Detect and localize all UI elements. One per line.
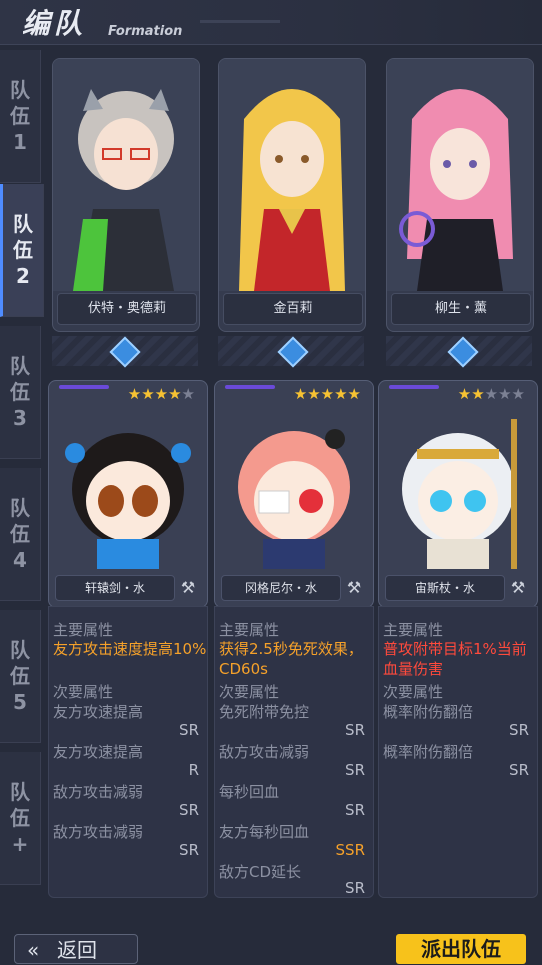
rarity-bar <box>389 385 439 389</box>
header: 编队 Formation <box>0 0 542 45</box>
sub-attr-label: 次要属性 <box>53 683 114 701</box>
page-title: 编队 <box>22 7 87 40</box>
character-name: 金百莉 <box>223 293 363 325</box>
pet-portrait-2 <box>238 429 350 569</box>
main-attr-label: 主要属性 <box>219 621 280 639</box>
sub-attr-item: 友方攻速提高 R <box>53 743 199 779</box>
attribute-panel-1: 主要属性 友方攻击速度提高10% 次要属性 友方攻速提高 SR 友方攻速提高 R 敌… <box>48 606 208 898</box>
sub-attr-label: 次要属性 <box>219 683 280 701</box>
attribute-panel-3: 主要属性 普攻附带目标1%当前血量伤害 次要属性 概率附伤翻倍 SR 概率附伤翻倍… <box>378 606 538 898</box>
character-slot-3[interactable]: 柳生・薰 <box>386 58 534 332</box>
main-attr-label: 主要属性 <box>383 621 444 639</box>
pet-portrait-3 <box>402 419 517 569</box>
tab-team-2[interactable]: 队伍2 <box>0 184 44 317</box>
team-sidebar: 队伍1 队伍2 队伍3 队伍4 队伍5 队伍+ <box>0 50 44 900</box>
header-stripe <box>200 20 280 23</box>
back-button[interactable]: « 返回 <box>14 934 138 964</box>
main-attr-value: 普攻附带目标1%当前血量伤害 <box>383 640 527 678</box>
pet-card-3[interactable]: ★★★★★ 宙斯杖・水 ⚒ <box>378 380 538 608</box>
main-attr-label: 主要属性 <box>53 621 114 639</box>
character-slot-2[interactable]: 金百莉 <box>218 58 366 332</box>
star-rating: ★★★★★ <box>293 385 361 403</box>
character-slot-1[interactable]: 伏特・奥德莉 <box>52 58 200 332</box>
tab-team-3[interactable]: 队伍3 <box>0 326 41 459</box>
sub-attr-item: 敌方攻击减弱 SR <box>219 743 365 779</box>
main-attr-value: 获得2.5秒免死效果，CD60s <box>219 640 363 678</box>
star-rating: ★★★★★ <box>457 385 525 403</box>
character-name: 伏特・奥德莉 <box>57 293 197 325</box>
star-rating: ★★★★★ <box>127 385 195 403</box>
attribute-panel-2: 主要属性 获得2.5秒免死效果，CD60s 次要属性 免死附带免控 SR 敌方攻击… <box>214 606 374 898</box>
sub-attr-label: 次要属性 <box>383 683 444 701</box>
hammer-icon[interactable]: ⚒ <box>343 577 365 599</box>
character-portrait-1 <box>53 59 199 291</box>
tab-team-4[interactable]: 队伍4 <box>0 468 41 601</box>
sub-attr-item: 概率附伤翻倍 SR <box>383 743 529 779</box>
tab-team-1[interactable]: 队伍1 <box>0 50 41 183</box>
pet-name: 宙斯杖・水 <box>385 575 505 601</box>
pet-card-1[interactable]: ★★★★★ 轩辕剑・水 ⚒ <box>48 380 208 608</box>
sub-attr-item: 概率附伤翻倍 SR <box>383 703 529 739</box>
double-chevron-left-icon: « <box>27 938 40 962</box>
hammer-icon[interactable]: ⚒ <box>507 577 529 599</box>
sub-attr-item: 敌方攻击减弱 SR <box>53 823 199 859</box>
character-name: 柳生・薰 <box>391 293 531 325</box>
pet-portrait-1 <box>65 433 191 569</box>
character-portrait-2 <box>219 59 365 291</box>
main-attr-value: 友方攻击速度提高10% <box>53 640 207 658</box>
rarity-bar <box>59 385 109 389</box>
pet-name: 轩辕剑・水 <box>55 575 175 601</box>
pet-card-2[interactable]: ★★★★★ 冈格尼尔・水 ⚒ <box>214 380 374 608</box>
pet-name: 冈格尼尔・水 <box>221 575 341 601</box>
sub-attr-item: 敌方攻击减弱 SR <box>53 783 199 819</box>
hammer-icon[interactable]: ⚒ <box>177 577 199 599</box>
sub-attr-item: 友方攻速提高 SR <box>53 703 199 739</box>
sub-attr-item: 每秒回血 SR <box>219 783 365 819</box>
tab-team-add[interactable]: 队伍+ <box>0 752 41 885</box>
deploy-team-button[interactable]: 派出队伍 <box>396 934 526 964</box>
sub-attr-item: 友方每秒回血 SSR <box>219 823 365 859</box>
tab-team-5[interactable]: 队伍5 <box>0 610 41 743</box>
character-portrait-3 <box>387 59 533 291</box>
sub-attr-item: 敌方CD延长 SR <box>219 863 365 897</box>
page-subtitle: Formation <box>108 24 183 39</box>
sub-attr-item: 免死附带免控 SR <box>219 703 365 739</box>
rarity-bar <box>225 385 275 389</box>
